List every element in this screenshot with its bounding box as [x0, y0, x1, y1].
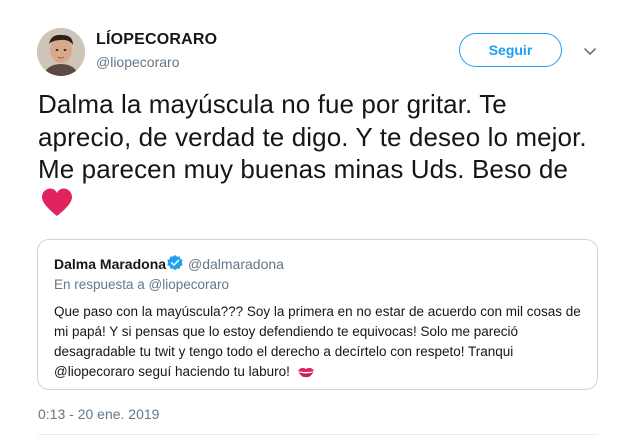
quoted-author-name: Dalma Maradona: [54, 256, 167, 272]
chevron-down-icon[interactable]: [582, 43, 598, 59]
divider: [38, 434, 598, 435]
kiss-mark-icon: [297, 367, 314, 378]
quoted-tweet-body: Que paso con la mayúscula??? Soy la prim…: [54, 302, 589, 382]
author-name[interactable]: LÍOPECORARO: [96, 31, 217, 49]
tweet-timestamp[interactable]: 0:13 - 20 ene. 2019: [38, 406, 159, 422]
quoted-tweet-card[interactable]: Dalma Maradona @dalmaradona En respuesta…: [37, 239, 598, 390]
tweet-body: Dalma la mayúscula no fue por gritar. Te…: [38, 88, 598, 218]
follow-button[interactable]: Seguir: [459, 33, 562, 67]
verified-badge-icon: [167, 255, 183, 271]
avatar-photo: [37, 28, 85, 76]
quoted-tweet-text: Que paso con la mayúscula??? Soy la prim…: [54, 304, 581, 379]
quoted-author-handle: @dalmaradona: [188, 256, 284, 272]
tweet-text: Dalma la mayúscula no fue por gritar. Te…: [38, 89, 587, 184]
reply-context: En respuesta a @liopecoraro: [54, 277, 230, 292]
author-avatar[interactable]: [37, 28, 85, 76]
red-heart-icon: [42, 188, 72, 216]
author-handle[interactable]: @liopecoraro: [96, 54, 179, 70]
